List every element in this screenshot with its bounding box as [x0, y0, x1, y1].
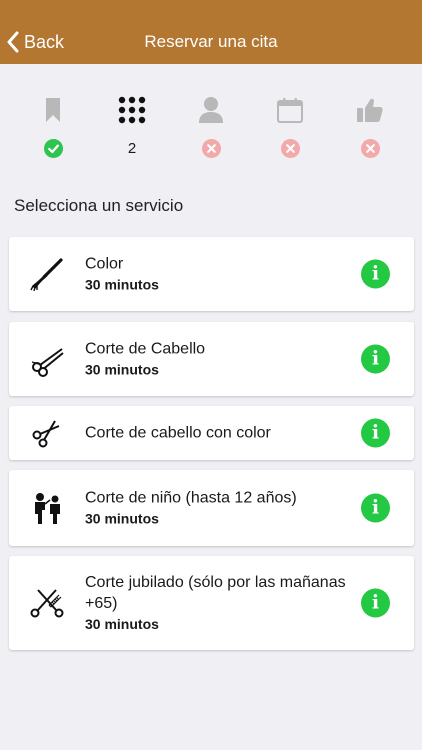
thumbs-up-icon [357, 98, 383, 122]
scissors-icon [31, 348, 64, 377]
error-circle-icon [201, 138, 221, 158]
info-icon: i [371, 347, 380, 370]
bookmark-icon [46, 98, 60, 122]
info-button[interactable]: i [361, 493, 390, 523]
navigation-bar: Back Reservar una cita [0, 0, 422, 64]
grid-icon [118, 96, 146, 124]
service-name: Corte de Cabello [85, 340, 206, 358]
info-button[interactable]: i [361, 418, 390, 448]
service-card[interactable]: Corte jubilado (sólo por las mañanas +65… [9, 556, 414, 650]
info-button[interactable]: i [361, 259, 390, 289]
service-name: Color [85, 255, 124, 273]
step-date [260, 94, 320, 158]
step-service: 2 [102, 94, 162, 158]
error-circle-icon [360, 138, 380, 158]
step-staff [181, 94, 241, 158]
info-button[interactable]: i [361, 588, 390, 618]
check-circle-icon [43, 138, 63, 158]
service-name: Corte jubilado (sólo por las mañanas +65… [85, 574, 346, 612]
service-card[interactable]: Corte de cabello con color i [9, 406, 414, 460]
barber-icon [35, 493, 60, 524]
service-duration: 30 minutos [85, 616, 159, 632]
scissors-icon [32, 420, 60, 448]
info-button[interactable]: i [361, 344, 390, 374]
service-duration: 30 minutos [85, 361, 159, 378]
step-service-type [23, 94, 83, 158]
brush-icon [30, 258, 63, 292]
service-name: Corte de niño (hasta 12 años) [85, 489, 297, 507]
step-number: 2 [127, 139, 137, 157]
info-icon: i [371, 591, 380, 614]
error-circle-icon [280, 138, 300, 158]
calendar-icon [277, 98, 303, 123]
service-duration: 30 minutos [85, 276, 159, 293]
scissors-comb-icon [30, 589, 64, 618]
service-card[interactable]: Corte de Cabello 30 minutos i [9, 322, 414, 396]
info-icon: i [371, 421, 380, 444]
service-card[interactable]: Color 30 minutos i [9, 237, 414, 311]
service-name: Corte de cabello con color [85, 424, 271, 442]
info-icon: i [371, 262, 380, 285]
service-card[interactable]: Corte de niño (hasta 12 años) 30 minutos… [9, 470, 414, 546]
person-icon [199, 97, 223, 123]
service-duration: 30 minutos [85, 510, 159, 527]
section-title: Selecciona un servicio [14, 196, 184, 215]
booking-steps: 2 [0, 94, 422, 164]
step-confirm [340, 94, 400, 158]
info-icon: i [371, 496, 380, 519]
page-title: Reservar una cita [144, 32, 278, 51]
